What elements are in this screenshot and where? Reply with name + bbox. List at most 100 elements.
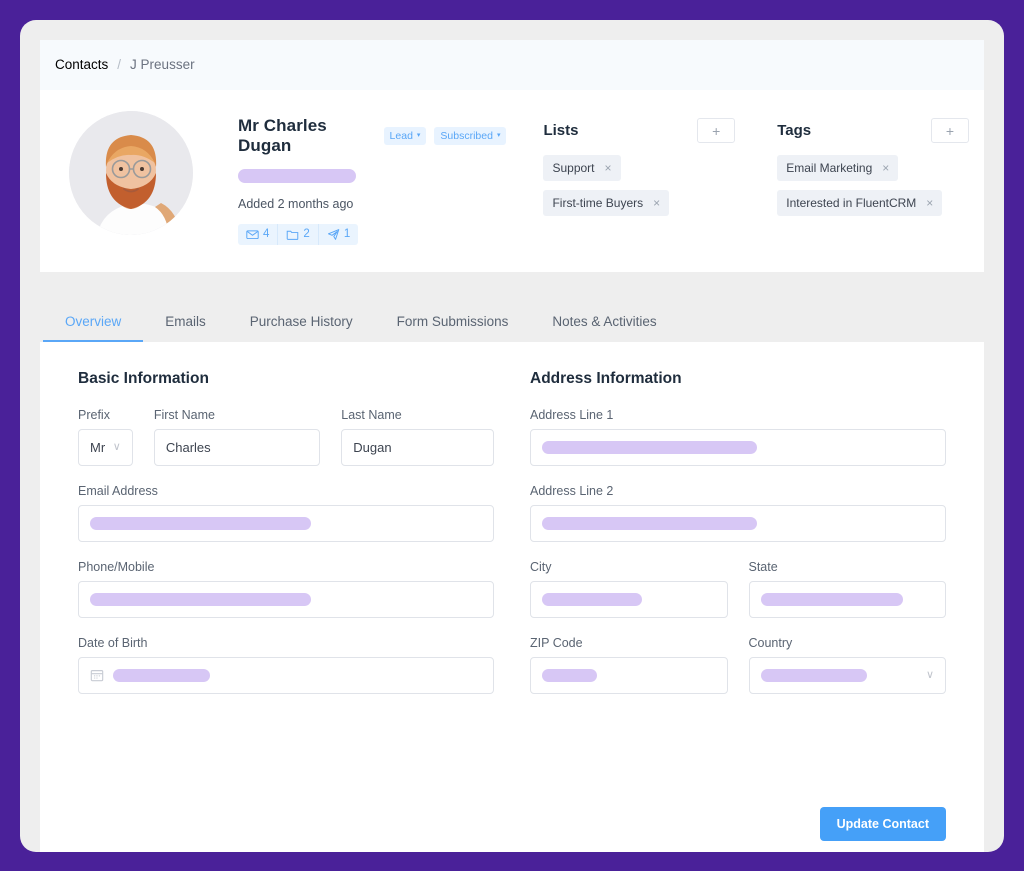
list-chip[interactable]: Support × [543, 154, 621, 181]
prefix-label: Prefix [78, 407, 110, 422]
city-redacted-value [542, 592, 642, 606]
chevron-down-icon: ∨ [925, 668, 934, 681]
first-name-input[interactable]: Charles [153, 428, 321, 466]
email-input[interactable] [78, 504, 494, 542]
stat-emails[interactable]: 4 [238, 223, 279, 245]
tab-bar: Overview Emails Purchase History Form Su… [40, 272, 984, 342]
tags-panel: Tags + Email Marketing × Interested in F… [777, 108, 969, 272]
last-name-label: Last Name [341, 407, 402, 422]
email-label: Email Address [78, 483, 158, 498]
tag-chip[interactable]: Interested in FluentCRM × [777, 189, 943, 216]
tags-panel-header: Tags + [777, 116, 969, 146]
tags-title: Tags [777, 122, 812, 139]
zip-input[interactable] [530, 656, 728, 694]
contact-name: Mr Charles Dugan [238, 115, 327, 155]
tab-form-submissions[interactable]: Form Submissions [375, 314, 531, 342]
address-line-1-input[interactable] [530, 428, 946, 466]
avatar-photo-icon [69, 110, 193, 235]
subscription-status-label: Subscribed [440, 129, 493, 142]
contact-profile-card: Mr Charles Dugan Lead ▾ Subscribed ▾ Add… [40, 89, 984, 272]
stat-folders[interactable]: 2 [278, 223, 319, 245]
tag-chip-label: Interested in FluentCRM [786, 195, 917, 210]
country-label: Country [748, 635, 793, 650]
paper-plane-icon [327, 228, 340, 240]
city-label: City [530, 559, 552, 574]
chevron-down-icon: ▾ [416, 132, 421, 139]
zip-label: ZIP Code [530, 635, 583, 650]
breadcrumb-current: J Preusser [130, 57, 195, 72]
city-state-row: City State [530, 560, 946, 618]
lists-panel-header: Lists + [543, 116, 736, 146]
tab-overview[interactable]: Overview [43, 314, 144, 342]
dob-input[interactable] [78, 656, 494, 694]
address-line-1-field: Address Line 1 [530, 408, 946, 466]
first-name-label: First Name [153, 407, 215, 422]
lists-panel: Lists + Support × First-time Buyers × [543, 108, 736, 272]
lists-title: Lists [543, 122, 579, 139]
list-chip-label: Support [552, 160, 595, 175]
breadcrumb-root[interactable]: Contacts [55, 57, 108, 72]
city-input[interactable] [530, 580, 728, 618]
chevron-down-icon: ∨ [112, 440, 121, 453]
breadcrumb: Contacts / J Preusser [40, 39, 984, 90]
country-select[interactable]: ∨ [748, 656, 946, 694]
name-fields-row: Prefix Mr ∨ First Name Charles Last Name… [78, 408, 494, 466]
email-field: Email Address [78, 484, 494, 542]
close-icon[interactable]: × [882, 162, 889, 174]
lead-status-badge[interactable]: Lead ▾ [383, 126, 427, 145]
address-line-1-label: Address Line 1 [530, 407, 614, 422]
chevron-down-icon: ▾ [496, 132, 501, 139]
prefix-value: Mr [90, 439, 106, 455]
stat-sent-value: 1 [343, 228, 351, 240]
contact-added-date: Added 2 months ago [238, 196, 354, 211]
phone-redacted-value [90, 592, 311, 606]
stat-sent[interactable]: 1 [319, 224, 358, 245]
basic-information-title: Basic Information [78, 369, 209, 387]
last-name-field: Last Name Dugan [341, 408, 494, 466]
basic-information-column: Basic Information Prefix Mr ∨ First Name… [60, 370, 512, 797]
avatar [69, 110, 193, 235]
page-card: Contacts / J Preusser Mr Charles Dugan L… [20, 19, 1004, 852]
state-input[interactable] [748, 580, 946, 618]
close-icon[interactable]: × [926, 197, 933, 209]
prefix-select[interactable]: Mr ∨ [78, 428, 133, 466]
prefix-field: Prefix Mr ∨ [78, 408, 133, 466]
breadcrumb-separator: / [117, 57, 122, 72]
subscription-status-badge[interactable]: Subscribed ▾ [434, 126, 507, 145]
tab-emails[interactable]: Emails [143, 314, 228, 342]
first-name-field: First Name Charles [153, 407, 321, 466]
state-redacted-value [760, 592, 903, 606]
zip-field: ZIP Code [530, 636, 728, 694]
last-name-input[interactable]: Dugan [341, 428, 494, 466]
address-information-column: Address Information Address Line 1 Addre… [512, 370, 964, 797]
add-tag-button[interactable]: + [931, 118, 969, 143]
tag-chip[interactable]: Email Marketing × [777, 154, 899, 181]
tab-notes-activities[interactable]: Notes & Activities [530, 314, 678, 342]
tab-purchase-history[interactable]: Purchase History [228, 314, 375, 342]
country-redacted-value [760, 668, 867, 682]
dob-redacted-value [113, 668, 210, 682]
phone-input[interactable] [78, 580, 494, 618]
list-chip-label: First-time Buyers [552, 195, 644, 210]
phone-field: Phone/Mobile [78, 560, 494, 618]
address-line-1-redacted-value [542, 440, 757, 454]
state-label: State [748, 559, 778, 574]
zip-country-row: ZIP Code Country ∨ [530, 636, 946, 694]
update-contact-button[interactable]: Update Contact [819, 806, 946, 841]
address-line-2-input[interactable] [530, 504, 946, 542]
contact-email-redacted [238, 168, 356, 183]
address-information-title: Address Information [530, 369, 682, 387]
lists-chips: Support × First-time Buyers × [543, 146, 735, 216]
lead-status-label: Lead [389, 129, 413, 142]
address-line-2-label: Address Line 2 [530, 483, 614, 498]
close-icon[interactable]: × [605, 162, 612, 174]
dob-label: Date of Birth [78, 635, 148, 650]
close-icon[interactable]: × [653, 197, 660, 209]
add-list-button[interactable]: + [697, 118, 736, 143]
state-field: State [748, 559, 946, 618]
list-chip[interactable]: First-time Buyers × [543, 189, 670, 216]
tags-chips: Email Marketing × Interested in FluentCR… [777, 146, 969, 216]
city-field: City [530, 560, 728, 618]
phone-label: Phone/Mobile [78, 559, 155, 574]
dob-field: Date of Birth [78, 636, 494, 694]
